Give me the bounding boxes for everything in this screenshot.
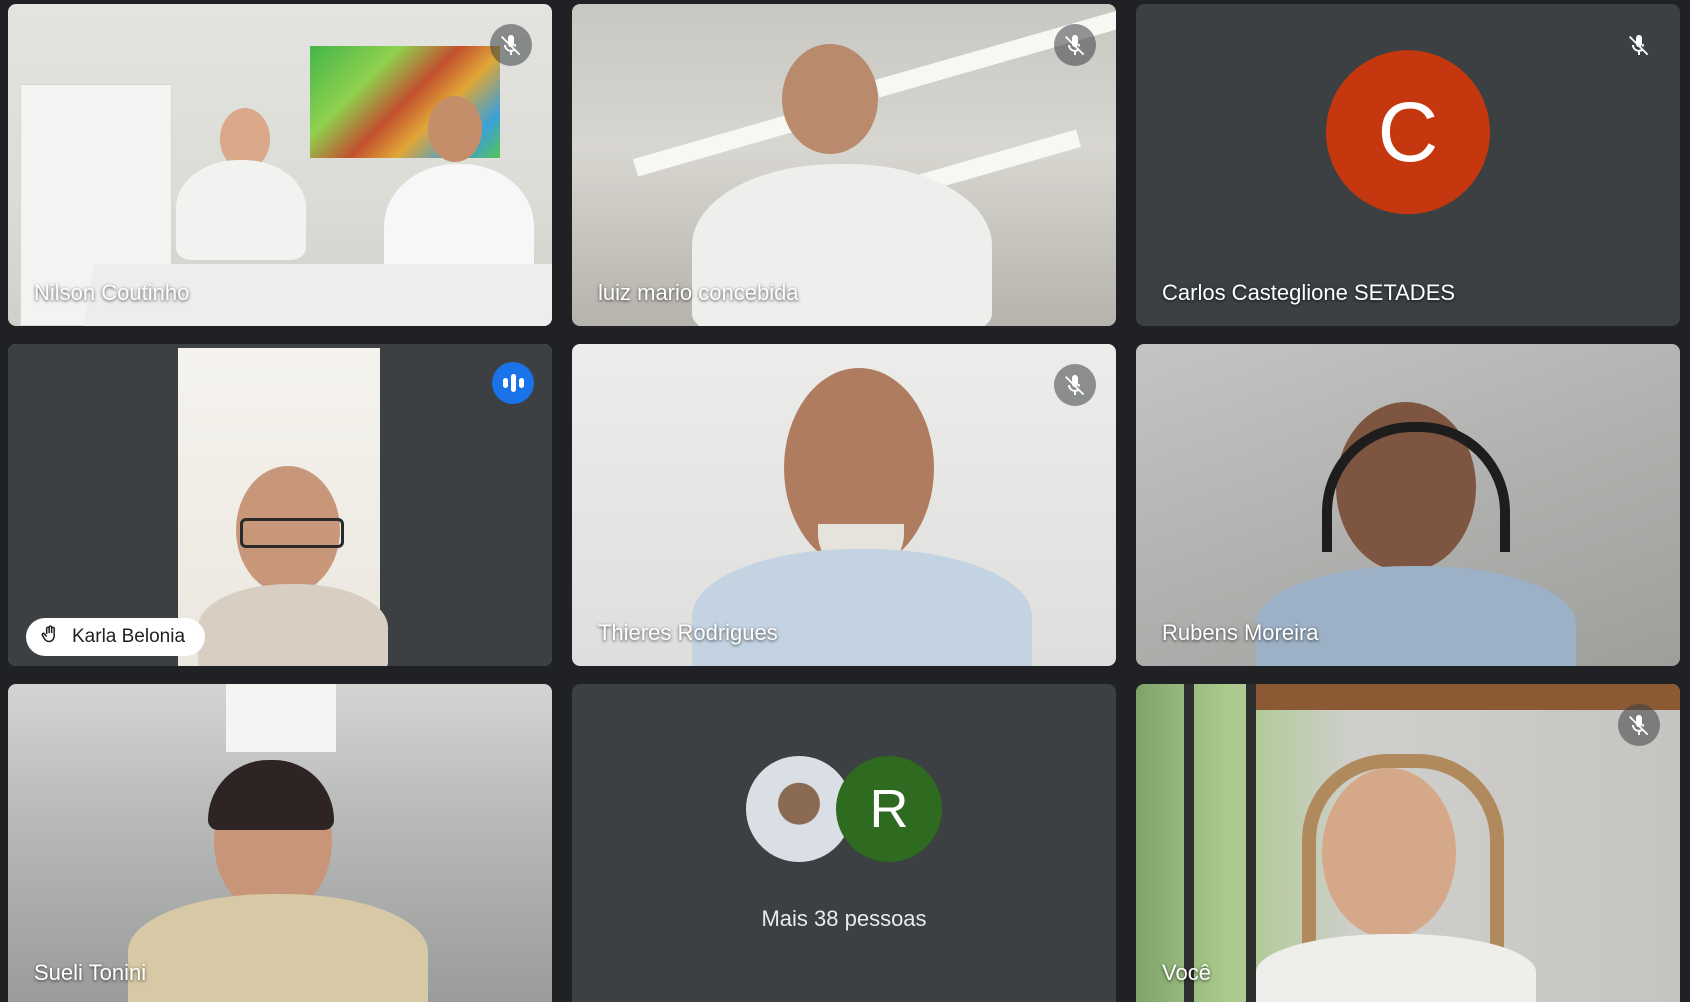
participant-name: Rubens Moreira (1162, 620, 1319, 645)
participant-tile-karla[interactable]: Karla Belonia (8, 344, 552, 666)
overflow-count: Mais 38 pessoas (761, 906, 927, 931)
participant-name: Sueli Tonini (34, 960, 147, 985)
participant-name: luiz mario concebida (598, 280, 799, 305)
video-feed (8, 684, 552, 1002)
participant-tile-rubens[interactable]: Rubens Moreira (1136, 344, 1680, 666)
participant-tile-thieres[interactable]: Thieres Rodrigues (572, 344, 1116, 666)
avatar: C (1326, 50, 1490, 215)
participant-tile-nilson[interactable]: Nilson Coutinho (8, 4, 552, 326)
speaking-indicator-icon (492, 362, 534, 404)
video-feed (572, 4, 1116, 326)
raised-hand-chip[interactable]: Karla Belonia (26, 618, 206, 656)
mic-off-icon (1618, 704, 1660, 746)
participant-tile-sueli[interactable]: Sueli Tonini (8, 684, 552, 1002)
raised-hand-icon (40, 623, 60, 651)
participant-name: Carlos Casteglione SETADES (1162, 280, 1456, 305)
video-feed (1136, 344, 1680, 666)
overflow-tile[interactable]: R Mais 38 pessoas (572, 684, 1116, 1002)
video-feed (8, 4, 552, 326)
participant-name: Nilson Coutinho (34, 280, 190, 305)
participant-name: Karla Belonia (72, 626, 186, 647)
participant-tile-self[interactable]: Você (1136, 684, 1680, 1002)
participant-name: Thieres Rodrigues (598, 620, 778, 645)
overflow-avatars: R (572, 756, 1116, 862)
avatar: R (836, 756, 942, 862)
participant-tile-luiz[interactable]: luiz mario concebida (572, 4, 1116, 326)
mic-off-icon (490, 24, 532, 66)
mic-off-icon (1618, 24, 1660, 66)
mic-off-icon (1054, 364, 1096, 406)
video-feed (572, 344, 1116, 666)
participant-name: Você (1162, 960, 1211, 985)
mic-off-icon (1054, 24, 1096, 66)
participant-tile-carlos[interactable]: C Carlos Casteglione SETADES (1136, 4, 1680, 326)
video-feed (1136, 684, 1680, 1002)
